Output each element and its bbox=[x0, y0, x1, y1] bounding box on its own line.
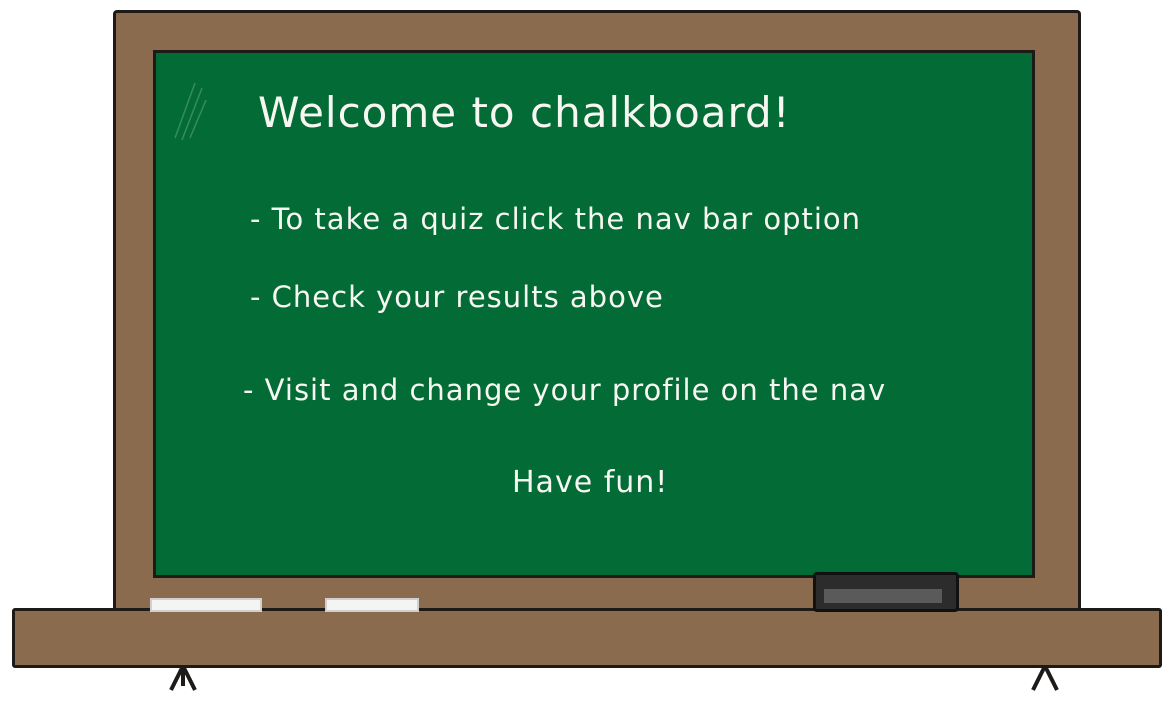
eraser-icon bbox=[813, 572, 959, 612]
chalk-smudge-icon bbox=[174, 82, 207, 141]
chalk-piece bbox=[325, 598, 419, 612]
chalk-ledge bbox=[12, 608, 1162, 668]
closing-message: Have fun! bbox=[512, 465, 669, 500]
instruction-profile: - Visit and change your profile on the n… bbox=[243, 373, 887, 407]
board-leg-left bbox=[169, 666, 197, 691]
board-leg-right bbox=[1031, 666, 1059, 691]
page-title: Welcome to chalkboard! bbox=[258, 88, 791, 137]
instruction-results: - Check your results above bbox=[250, 280, 664, 314]
instruction-quiz: - To take a quiz click the nav bar optio… bbox=[250, 202, 862, 236]
chalk-piece bbox=[150, 598, 262, 612]
